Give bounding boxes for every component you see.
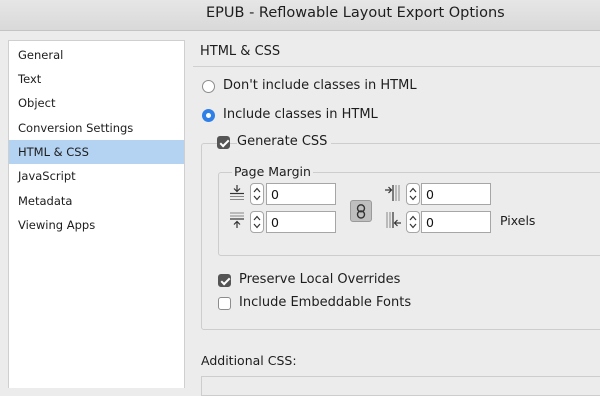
top-margin-field[interactable] — [266, 183, 336, 205]
left-margin-field[interactable] — [421, 211, 491, 233]
dont-include-classes-radio[interactable] — [202, 80, 215, 93]
section-title: HTML & CSS — [200, 44, 281, 59]
sidebar-item-general[interactable]: General — [9, 43, 184, 67]
chain-link-icon — [356, 204, 366, 219]
include-classes-label: Include classes in HTML — [223, 107, 378, 122]
sidebar: General Text Object Conversion Settings … — [8, 40, 185, 388]
chevron-up-icon — [253, 187, 261, 193]
top-margin-stepper[interactable] — [250, 183, 264, 205]
sidebar-item-object[interactable]: Object — [9, 91, 184, 115]
chevron-down-icon — [409, 195, 417, 201]
additional-css-label: Additional CSS: — [201, 353, 297, 368]
generate-css-checkbox[interactable] — [217, 136, 230, 149]
margin-left-icon — [386, 212, 401, 228]
include-embeddable-fonts-checkbox[interactable] — [218, 297, 231, 310]
include-classes-radio[interactable] — [202, 109, 215, 122]
chevron-up-icon — [253, 215, 261, 221]
dont-include-classes-label: Don't include classes in HTML — [223, 78, 417, 93]
sidebar-item-text[interactable]: Text — [9, 67, 184, 91]
additional-css-field[interactable] — [201, 376, 600, 396]
page-margin-title: Page Margin — [232, 164, 313, 179]
title-bar: EPUB - Reflowable Layout Export Options — [0, 0, 600, 31]
chevron-up-icon — [409, 215, 417, 221]
chevron-up-icon — [409, 187, 417, 193]
sidebar-item-viewing-apps[interactable]: Viewing Apps — [9, 213, 184, 237]
preserve-local-overrides-label: Preserve Local Overrides — [239, 272, 401, 287]
margin-units-label: Pixels — [500, 213, 536, 228]
sidebar-item-conversion-settings[interactable]: Conversion Settings — [9, 116, 184, 140]
chevron-down-icon — [253, 195, 261, 201]
chevron-down-icon — [409, 223, 417, 229]
right-margin-field[interactable] — [421, 183, 491, 205]
sidebar-item-javascript[interactable]: JavaScript — [9, 164, 184, 188]
bottom-margin-stepper[interactable] — [250, 211, 264, 233]
preserve-local-overrides-checkbox[interactable] — [218, 274, 231, 287]
sidebar-item-html-css[interactable]: HTML & CSS — [9, 140, 184, 164]
margin-bottom-icon — [230, 212, 244, 228]
link-margins-button[interactable] — [350, 200, 372, 222]
margin-right-icon — [385, 185, 400, 201]
right-margin-stepper[interactable] — [406, 183, 420, 205]
chevron-down-icon — [253, 223, 261, 229]
include-embeddable-fonts-label: Include Embeddable Fonts — [239, 295, 412, 310]
left-margin-stepper[interactable] — [406, 211, 420, 233]
bottom-margin-field[interactable] — [266, 211, 336, 233]
sidebar-item-metadata[interactable]: Metadata — [9, 189, 184, 213]
margin-top-icon — [230, 185, 244, 200]
window-title: EPUB - Reflowable Layout Export Options — [206, 5, 505, 21]
generate-css-label: Generate CSS — [237, 134, 332, 149]
section-divider — [193, 66, 600, 67]
